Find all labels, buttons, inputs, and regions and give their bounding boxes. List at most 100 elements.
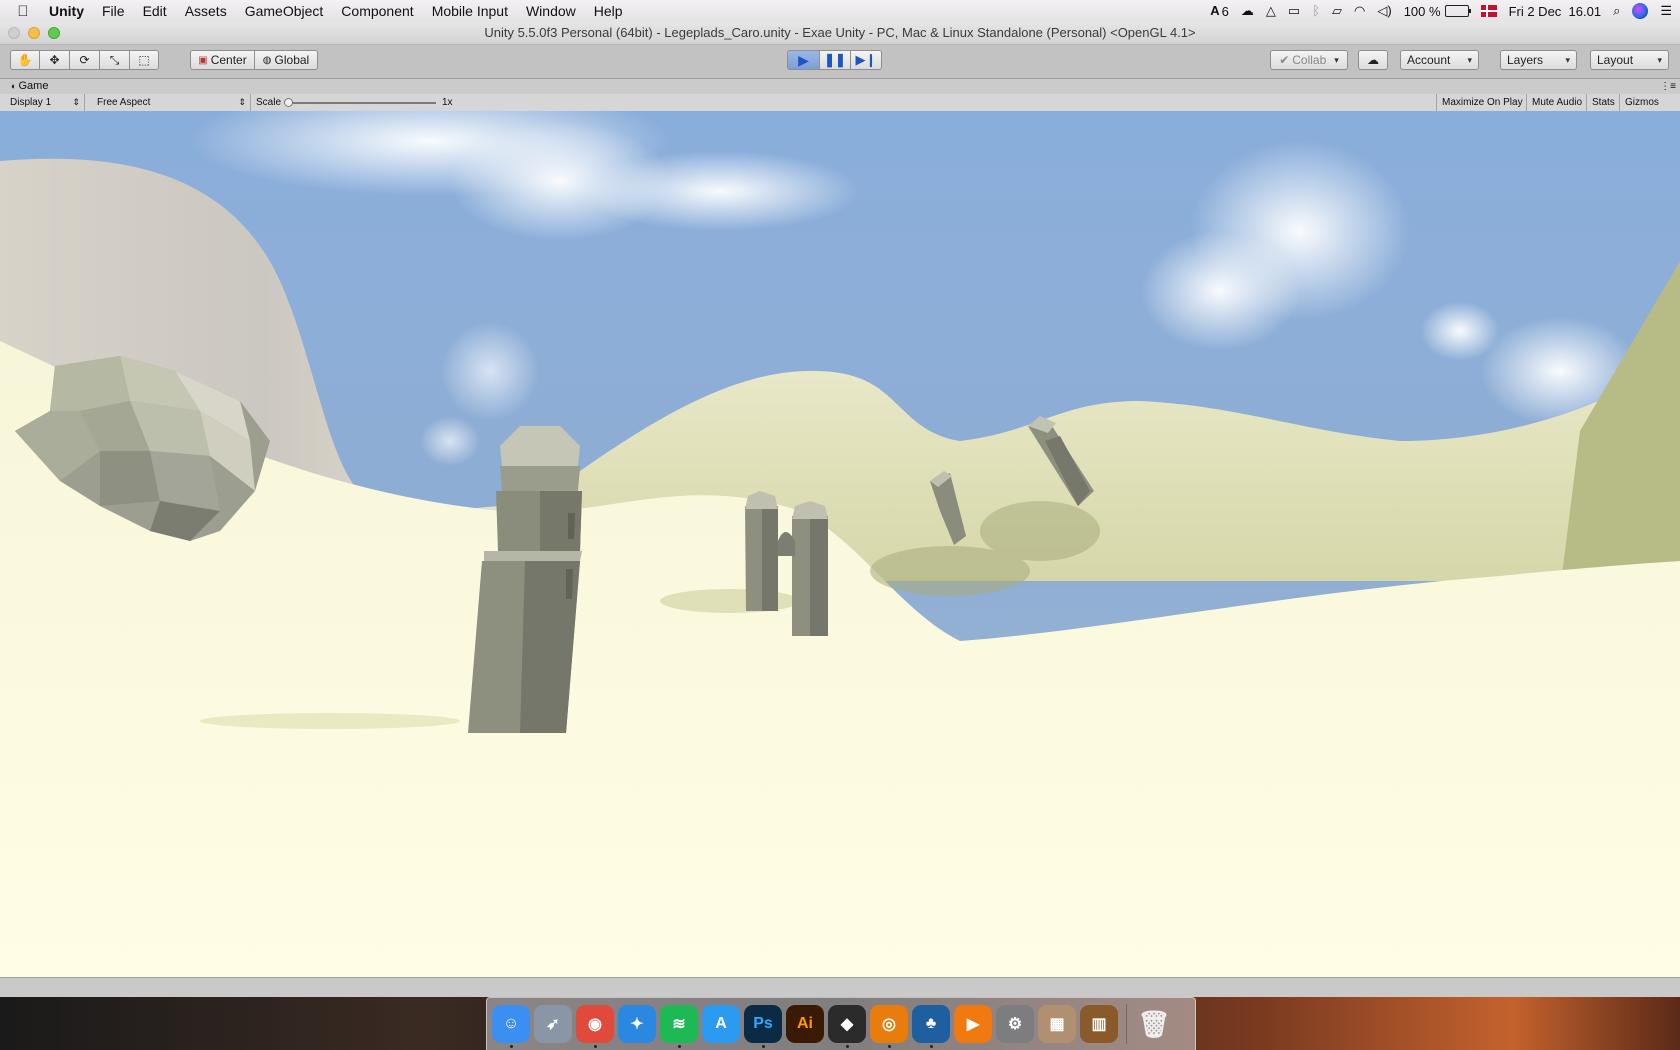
apple-icon[interactable]: : [6, 3, 40, 20]
status-menus: A 6 ☁ △ ▭ ᛒ ▱ ◠ ◁) 100 % Fri 2 Dec 16.01…: [1210, 0, 1672, 22]
bluetooth-icon[interactable]: ᛒ: [1312, 0, 1320, 22]
dock-separator: [1126, 1004, 1127, 1044]
rotate-icon: ⟳: [79, 53, 90, 67]
battery-status[interactable]: 100 %: [1404, 4, 1471, 19]
input-source-flag-icon[interactable]: [1480, 5, 1497, 17]
account-dropdown[interactable]: Account: [1400, 50, 1479, 70]
finder-icon: ☺: [502, 1015, 520, 1032]
pivot-global-label: Global: [274, 53, 310, 67]
dock-app[interactable]: ▥: [1080, 1005, 1118, 1043]
step-button[interactable]: ▶❙: [850, 50, 882, 70]
dock-app[interactable]: ♣: [912, 1005, 950, 1048]
mute-audio-toggle[interactable]: Mute Audio: [1526, 94, 1587, 111]
aspect-value: Free Aspect: [97, 97, 151, 108]
play-button[interactable]: ▶: [787, 50, 820, 70]
adobe-status[interactable]: A 6: [1210, 0, 1229, 22]
menu-component[interactable]: Component: [332, 0, 422, 22]
dock-app[interactable]: ✦: [618, 1005, 656, 1043]
creative-cloud-icon[interactable]: ☁: [1241, 0, 1254, 22]
layout-dropdown[interactable]: Layout: [1590, 50, 1669, 70]
gizmos-dropdown[interactable]: Gizmos: [1619, 94, 1673, 111]
dock-app[interactable]: Ai: [786, 1005, 824, 1043]
rect-tool-icon: ⬚: [138, 53, 150, 67]
check-icon: ✔: [1279, 53, 1290, 67]
photoshop-icon: Ps: [753, 1015, 773, 1032]
scale-slider-track[interactable]: [286, 102, 436, 104]
volume-icon[interactable]: ◁): [1377, 0, 1391, 22]
tab-game-label: Game: [18, 80, 49, 92]
illustrator-icon: Ai: [797, 1015, 813, 1032]
aspect-select[interactable]: Free Aspect: [91, 94, 251, 111]
stats-toggle[interactable]: Stats: [1586, 94, 1620, 111]
menu-window[interactable]: Window: [517, 0, 585, 22]
layers-dropdown[interactable]: Layers: [1500, 50, 1577, 70]
scale-slider-knob[interactable]: [284, 98, 293, 107]
drive-icon[interactable]: △: [1266, 0, 1276, 22]
hand-tool-button[interactable]: ✋: [10, 50, 40, 70]
pivot-center-label: Center: [210, 53, 247, 67]
cloud-icon: ☁: [1367, 53, 1379, 67]
unity-icon: ◆: [840, 1016, 854, 1033]
rect-tool-button[interactable]: ⬚: [129, 50, 159, 70]
menu-mobile-input[interactable]: Mobile Input: [423, 0, 517, 22]
game-view-controls: Display 1 Free Aspect Scale 1x Maximize …: [0, 94, 1680, 112]
game-tab-bar: ◖ Game ⋮≡: [0, 79, 1680, 94]
window-title: Unity 5.5.0f3 Personal (64bit) - Legepla…: [484, 25, 1196, 40]
scale-label: Scale: [256, 97, 282, 108]
unity-toolbar: ✋ ✥ ⟳ ⤡ ⬚ ▣ Center ◍ Global ▶ ❚❚ ▶❙ ✔ Co…: [0, 45, 1680, 79]
tab-game[interactable]: ◖ Game: [10, 79, 48, 94]
wifi-icon[interactable]: ◠: [1354, 0, 1365, 22]
maximize-on-play-toggle[interactable]: Maximize On Play: [1436, 94, 1528, 111]
dock-app[interactable]: ◉: [576, 1005, 614, 1048]
unity-status-bar: [0, 977, 1680, 998]
display-select[interactable]: Display 1: [5, 94, 85, 111]
dock-app[interactable]: Ps: [744, 1005, 782, 1048]
clock[interactable]: Fri 2 Dec 16.01: [1509, 4, 1602, 19]
chrome-icon: ◉: [588, 1016, 602, 1033]
trash-button[interactable]: 🗑: [1135, 1005, 1173, 1043]
siri-icon[interactable]: [1632, 3, 1649, 19]
dock-app[interactable]: ⚙: [996, 1005, 1034, 1043]
dock-app[interactable]: A: [702, 1005, 740, 1043]
spotlight-icon[interactable]: ⌕: [1613, 0, 1620, 22]
move-tool-button[interactable]: ✥: [39, 50, 70, 70]
dock-app[interactable]: ☺: [492, 1005, 530, 1048]
close-window-button[interactable]: [8, 27, 20, 39]
layers-label: Layers: [1507, 53, 1544, 67]
pause-button[interactable]: ❚❚: [819, 50, 851, 70]
menu-help[interactable]: Help: [585, 0, 632, 22]
menu-edit[interactable]: Edit: [134, 0, 176, 22]
move-icon: ✥: [49, 53, 60, 67]
gear-icon: ⚙: [1007, 1016, 1023, 1033]
collab-dropdown[interactable]: ✔ Collab: [1270, 50, 1348, 70]
cloud-button[interactable]: ☁: [1358, 50, 1388, 70]
rotate-tool-button[interactable]: ⟳: [69, 50, 100, 70]
screen-icon[interactable]: ▭: [1288, 0, 1300, 22]
zoom-window-button[interactable]: [48, 27, 60, 39]
menu-bar:  Unity File Edit Assets GameObject Comp…: [0, 0, 1680, 22]
airplay-icon[interactable]: ▱: [1332, 0, 1342, 22]
notification-center-icon[interactable]: ☰: [1660, 0, 1672, 22]
menu-file[interactable]: File: [93, 0, 134, 22]
pivot-center-toggle[interactable]: ▣ Center: [190, 50, 255, 70]
menu-assets[interactable]: Assets: [176, 0, 236, 22]
pivot-global-toggle[interactable]: ◍ Global: [254, 50, 318, 70]
minimize-window-button[interactable]: [28, 27, 40, 39]
game-viewport[interactable]: [0, 111, 1680, 977]
pause-icon: ❚❚: [824, 52, 846, 67]
spotify-icon: ≋: [672, 1016, 686, 1033]
dock-app[interactable]: ➶: [534, 1005, 572, 1043]
blender-icon: ◎: [882, 1016, 896, 1033]
scale-value: 1x: [442, 97, 453, 108]
dock-app[interactable]: ▶: [954, 1005, 992, 1043]
dock-app[interactable]: ▦: [1038, 1005, 1076, 1043]
tree-icon: ♣: [925, 1015, 937, 1032]
dock-app[interactable]: ≋: [660, 1005, 698, 1048]
dock-app[interactable]: ◎: [870, 1005, 908, 1048]
scale-tool-button[interactable]: ⤡: [99, 50, 130, 70]
dock-app[interactable]: ◆: [828, 1005, 866, 1048]
game-tab-icon: ◖: [10, 81, 16, 91]
menu-unity[interactable]: Unity: [40, 0, 93, 22]
menu-gameobject[interactable]: GameObject: [236, 0, 333, 22]
panel-menu-icon[interactable]: ⋮≡: [1660, 79, 1676, 94]
